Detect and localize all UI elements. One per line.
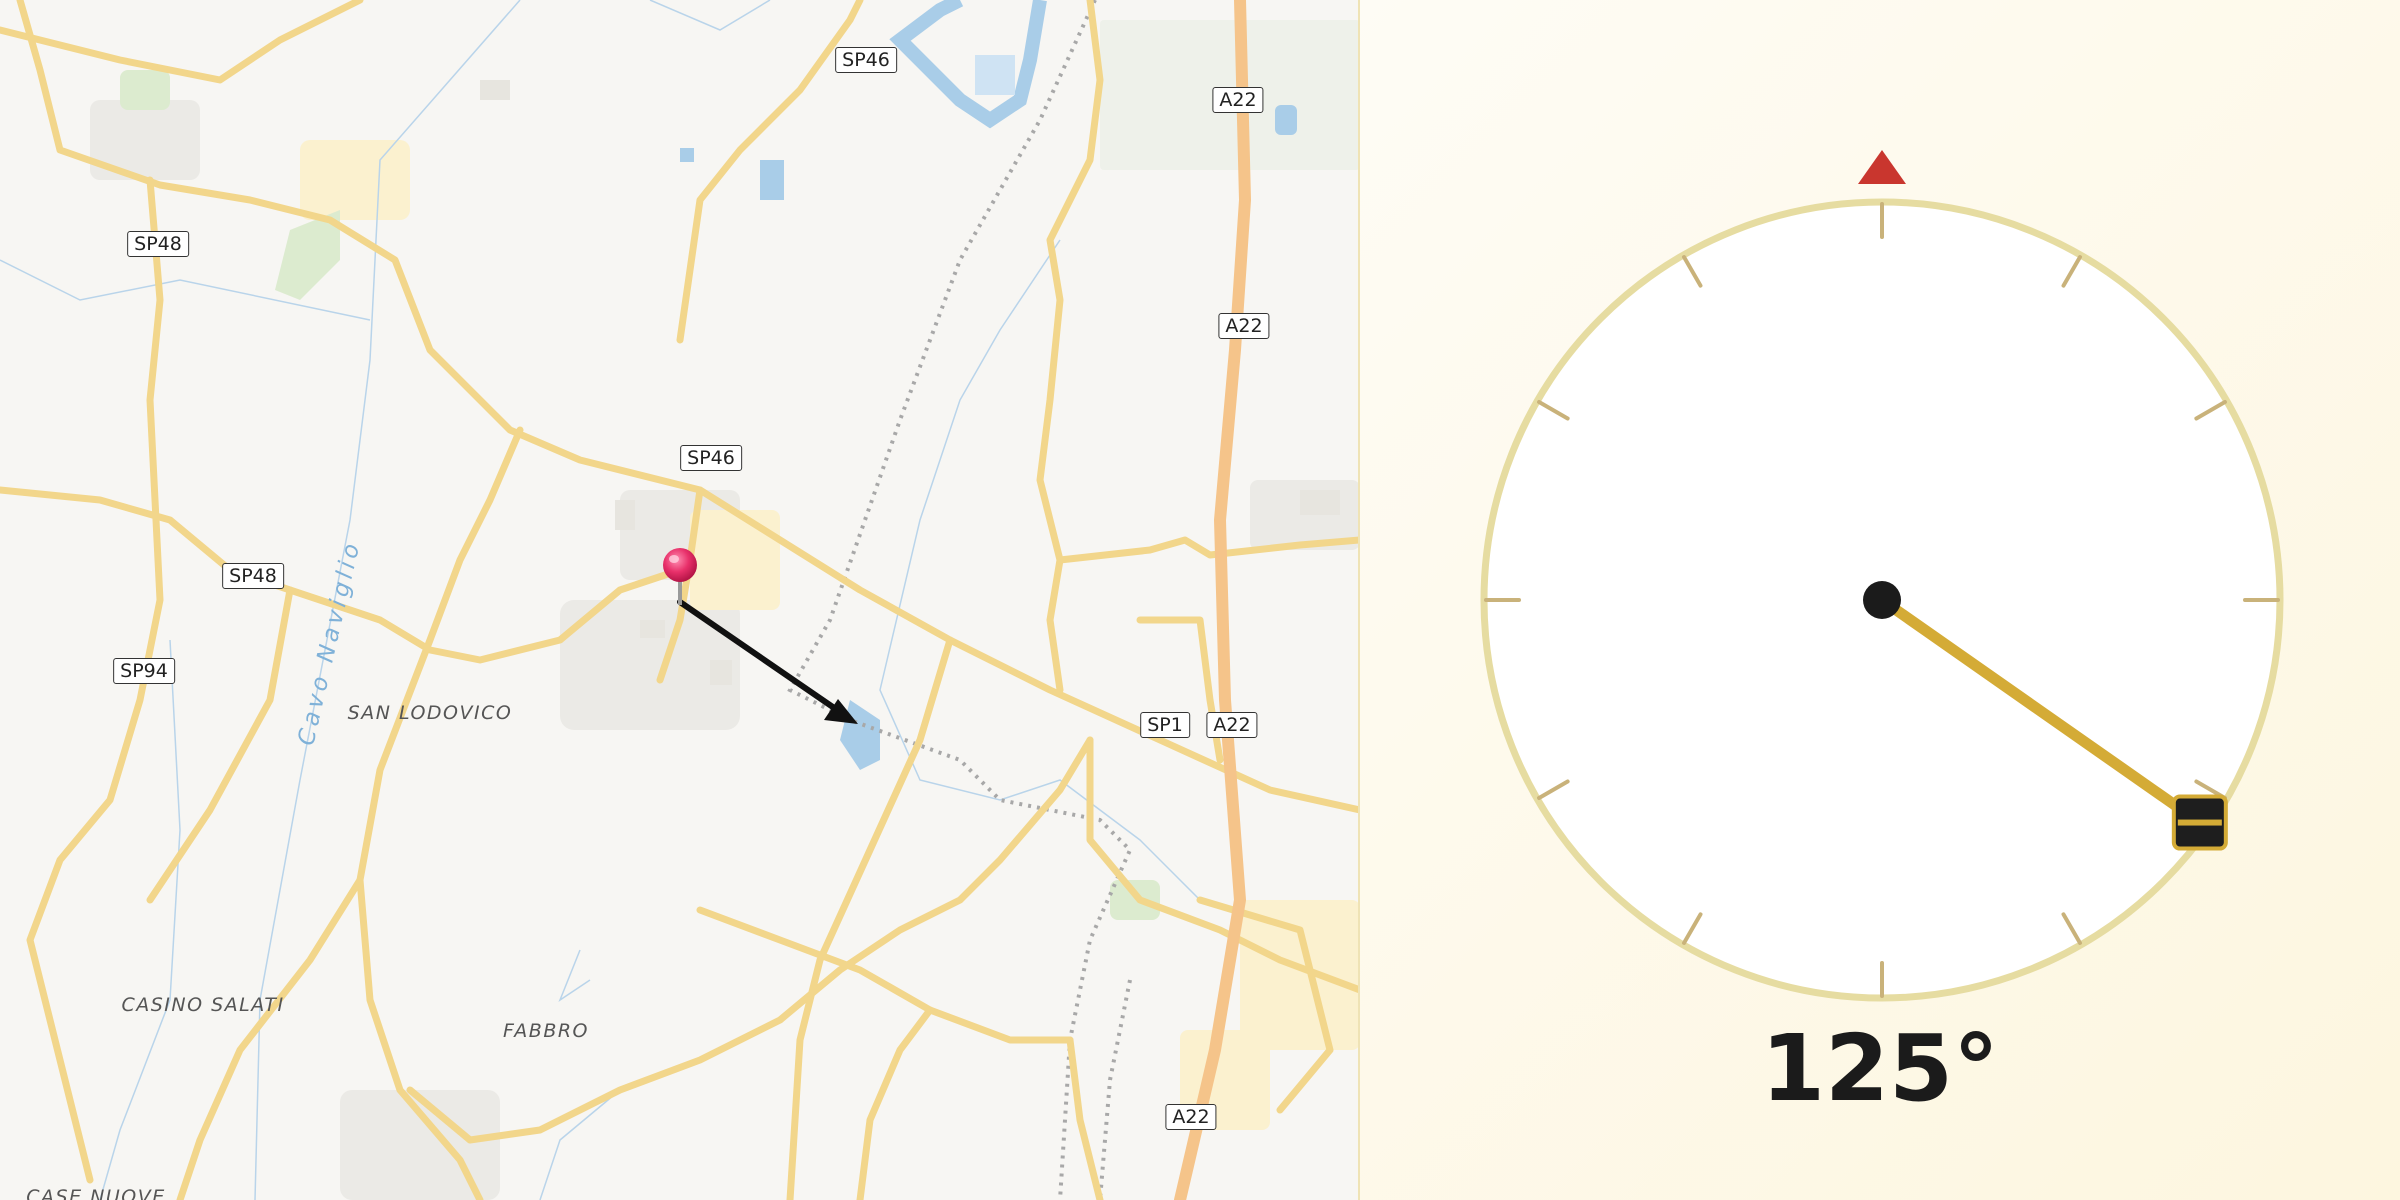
direction-arrow-icon <box>677 599 858 724</box>
map-overlay <box>663 548 858 724</box>
north-triangle-icon <box>1858 150 1906 184</box>
needle-handle-icon[interactable] <box>2171 794 2228 851</box>
dial-center <box>1863 581 1901 619</box>
map-view[interactable]: SP46 A22 SP48 A22 SP46 SP48 SP94 SP1 A22… <box>0 0 1360 1200</box>
heading-readout: 125° <box>1760 1015 2000 1122</box>
compass-panel: 125° <box>1360 0 2400 1200</box>
map-pin-icon[interactable] <box>663 548 697 605</box>
